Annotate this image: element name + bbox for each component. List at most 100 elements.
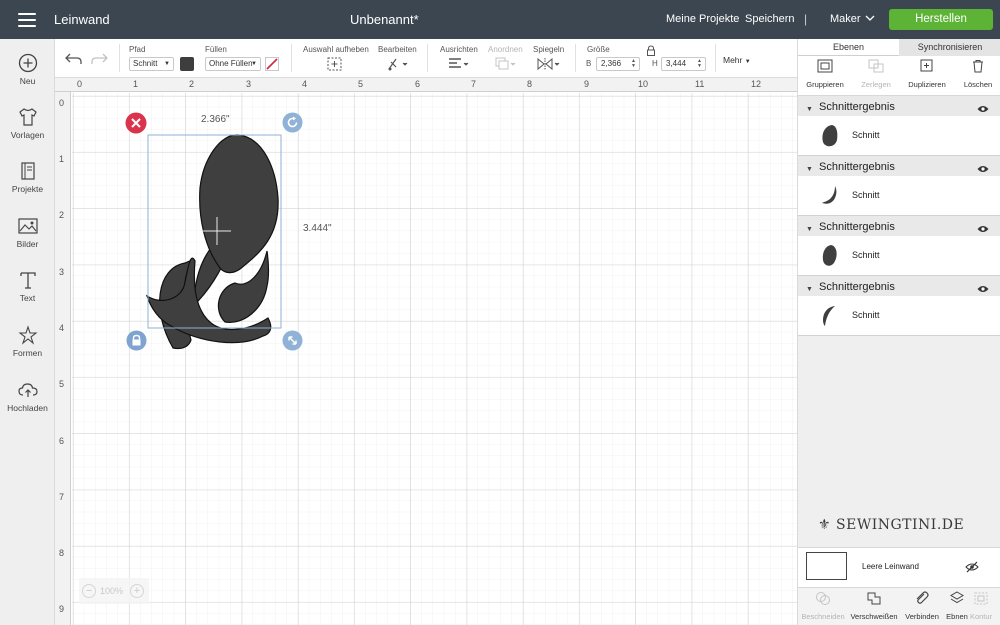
ruler-tick: 2 [189,79,195,89]
ruler-tick: 8 [59,548,65,558]
layer-group[interactable]: ▼ Schnittergebnis Schnitt [798,216,1000,276]
collapse-icon[interactable]: ▼ [806,106,813,113]
slice-button[interactable]: Beschneiden [798,591,848,621]
zoom-in-button[interactable]: + [130,584,144,598]
align-icon[interactable] [448,57,470,71]
group-button[interactable]: Gruppieren [800,59,850,89]
top-separator: | [804,12,808,26]
trash-icon [973,60,983,73]
sidebar-item-upload[interactable]: Hochladen [0,380,55,430]
image-icon [17,218,38,234]
layer-group[interactable]: ▼ Schnittergebnis Schnitt [798,156,1000,216]
eye-icon[interactable] [977,105,989,113]
layers-panel: Ebenen Synchronisieren Gruppieren Zerleg… [797,39,1000,625]
tab-sync[interactable]: Synchronisieren [899,39,1000,56]
arrange-icon[interactable] [495,57,517,71]
zoom-out-button[interactable]: − [82,584,96,598]
layer-thumbnail [822,186,837,204]
fill-select[interactable]: Ohne Füllen ▼ [205,57,261,71]
blank-canvas-row[interactable]: Leere Leinwand [798,547,1000,587]
layer-actions: Gruppieren Zerlegen Duplizieren Löschen [798,56,1000,96]
layer-item[interactable]: Schnitt [798,176,1000,215]
ruler-tick: 9 [59,604,65,614]
delete-button[interactable]: Löschen [953,59,1000,89]
redo-icon[interactable] [90,52,108,66]
save-link[interactable]: Speichern [745,13,795,25]
watermark-text: SEWINGTINI.DE [836,517,965,533]
collapse-icon[interactable]: ▼ [806,166,813,173]
height-input[interactable]: 3,444 ▲ ▼ [661,57,706,71]
lock-handle-icon[interactable] [126,330,147,351]
layer-item[interactable]: Schnitt [798,296,1000,335]
eye-hidden-icon[interactable] [965,561,979,573]
menu-icon[interactable] [18,13,36,27]
eye-icon[interactable] [977,225,989,233]
layer-item[interactable]: Schnitt [798,236,1000,275]
eye-icon[interactable] [977,285,989,293]
weld-button[interactable]: Verschweißen [849,591,899,621]
layer-item[interactable]: Schnitt [798,116,1000,155]
height-value: 3,444 [666,59,687,68]
ruler-tick: 7 [59,492,65,502]
blank-canvas-label: Leere Leinwand [862,562,919,571]
plus-circle-icon [18,53,37,73]
shapes-icon [17,325,38,345]
width-input[interactable]: 2,366 ▲ ▼ [596,57,640,71]
weld-icon [867,592,881,605]
collapse-icon[interactable]: ▼ [806,226,813,233]
design-canvas[interactable]: 0 1 2 3 4 5 6 7 8 9 10 11 12 0 1 2 3 4 5… [55,78,797,625]
layer-group-title: Schnittergebnis [819,221,895,233]
layer-thumbnail [822,125,838,147]
sidebar-item-images[interactable]: Bilder [0,216,55,266]
path-select-value: Schnitt [133,59,158,68]
ruler-tick: 5 [358,79,364,89]
my-projects-link[interactable]: Meine Projekte [666,13,739,25]
eye-icon[interactable] [977,165,989,173]
undo-icon[interactable] [65,52,83,66]
ruler-tick: 1 [133,79,139,89]
rotate-handle-icon[interactable] [282,112,303,133]
ruler-tick: 12 [751,79,762,89]
duplicate-button[interactable]: Duplizieren [902,59,952,89]
maker-dropdown[interactable]: Maker [830,13,861,25]
toolbar-divider [119,44,120,72]
ungroup-button[interactable]: Zerlegen [851,59,901,89]
layer-group[interactable]: ▼ Schnittergebnis Schnitt [798,276,1000,336]
no-fill-icon[interactable] [265,57,279,71]
ungroup-icon [868,59,884,73]
sidebar-item-label: Bilder [16,239,39,249]
delete-handle-icon[interactable] [125,112,147,134]
path-color-swatch[interactable] [180,57,194,71]
tab-layers[interactable]: Ebenen [798,39,899,56]
layer-group[interactable]: ▼ Schnittergebnis Schnitt [798,96,1000,156]
flip-label: Spiegeln [533,45,565,54]
sidebar-item-new[interactable]: Neu [0,53,55,103]
contour-button[interactable]: Kontur [961,591,1000,621]
ruler-left: 0 1 2 3 4 5 6 7 8 9 [55,92,71,625]
sidebar-item-shapes[interactable]: Formen [0,325,55,375]
deselect-icon[interactable] [327,57,342,71]
zoom-level: 100% [100,586,124,596]
canvas-grid [72,93,797,625]
sidebar-item-projects[interactable]: Projekte [0,161,55,211]
edit-tools-icon[interactable] [387,57,409,71]
lock-aspect-icon[interactable] [646,45,656,56]
collapse-icon[interactable]: ▼ [806,286,813,293]
stepper-icon[interactable]: ▲ ▼ [697,59,702,69]
chevron-down-icon[interactable] [864,12,876,24]
sidebar-item-text[interactable]: Text [0,270,55,320]
sidebar-item-templates[interactable]: Vorlagen [0,107,55,157]
path-select[interactable]: Schnitt ▼ [129,57,174,71]
layer-name: Schnitt [852,190,880,200]
caret-down-icon: ▼ [744,59,751,65]
more-menu[interactable]: Mehr ▼ [723,55,751,65]
ruler-tick: 6 [59,436,65,446]
flip-icon[interactable] [537,57,561,71]
resize-handle-icon[interactable] [282,330,303,351]
make-button[interactable]: Herstellen [889,9,993,30]
toolbar-divider [291,44,292,72]
width-value: 2,366 [601,59,622,68]
toolbar-divider [427,44,428,72]
stepper-icon[interactable]: ▲ ▼ [631,59,636,69]
layer-group-title: Schnittergebnis [819,281,895,293]
